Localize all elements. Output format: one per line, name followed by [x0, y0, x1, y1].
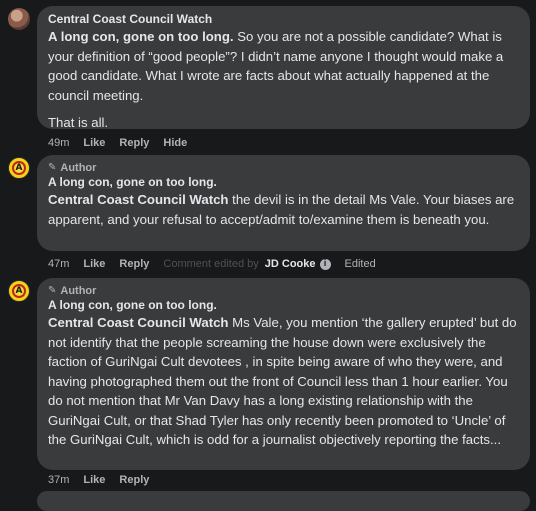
- comment-text: Central Coast Council Watch the devil is…: [48, 190, 518, 229]
- user-avatar[interactable]: [8, 8, 30, 30]
- comment-author[interactable]: A long con, gone on too long.: [48, 298, 518, 313]
- comment-time[interactable]: 49m: [48, 137, 69, 149]
- hide-button[interactable]: Hide: [163, 137, 187, 149]
- comment-text-2: That is all.: [48, 115, 109, 130]
- logo-icon: A: [12, 161, 26, 175]
- edited-by-label: Comment edited by: [163, 258, 259, 270]
- edited-label: Edited: [344, 258, 376, 270]
- comment-actions: 37m Like Reply: [48, 474, 163, 486]
- author-badge: ✎ Author: [48, 161, 518, 175]
- mention-link[interactable]: Central Coast Council Watch: [48, 315, 229, 330]
- info-icon[interactable]: i: [319, 258, 331, 270]
- reply-button[interactable]: Reply: [119, 137, 149, 149]
- next-comment-bubble: [37, 491, 530, 511]
- comment-bubble: ✎ Author A long con, gone on too long. Ce…: [37, 155, 530, 251]
- comment-bubble: Central Coast Council Watch A long con, …: [37, 6, 530, 130]
- author-badge-label: Author: [60, 285, 97, 297]
- comment-actions: 47m Like Reply Comment edited by JD Cook…: [48, 258, 390, 270]
- author-badge: ✎ Author: [48, 284, 518, 298]
- comment-time[interactable]: 37m: [48, 474, 69, 486]
- reply-button[interactable]: Reply: [119, 258, 149, 270]
- pencil-icon: ✎: [48, 162, 57, 173]
- pencil-icon: ✎: [48, 285, 57, 296]
- like-button[interactable]: Like: [83, 474, 105, 486]
- comment-lead: A long con, gone on too long.: [48, 29, 234, 44]
- mention-link[interactable]: Central Coast Council Watch: [48, 192, 229, 207]
- comment-author[interactable]: Central Coast Council Watch: [48, 12, 518, 27]
- editor-name[interactable]: JD Cooke: [265, 258, 316, 270]
- comment-text: Central Coast Council Watch Ms Vale, you…: [48, 313, 518, 450]
- page-avatar[interactable]: A: [8, 157, 30, 179]
- comment-author[interactable]: A long con, gone on too long.: [48, 175, 518, 190]
- like-button[interactable]: Like: [83, 258, 105, 270]
- comment-body: Ms Vale, you mention ‘the gallery erupte…: [48, 315, 517, 447]
- like-button[interactable]: Like: [83, 137, 105, 149]
- comment-actions: 49m Like Reply Hide: [48, 137, 201, 149]
- comment-time[interactable]: 47m: [48, 258, 69, 270]
- logo-icon: A: [12, 284, 26, 298]
- reply-button[interactable]: Reply: [119, 474, 149, 486]
- comment-bubble: ✎ Author A long con, gone on too long. Ce…: [37, 278, 530, 470]
- comment-text: A long con, gone on too long. So you are…: [48, 27, 518, 105]
- page-avatar[interactable]: A: [8, 280, 30, 302]
- author-badge-label: Author: [60, 162, 97, 174]
